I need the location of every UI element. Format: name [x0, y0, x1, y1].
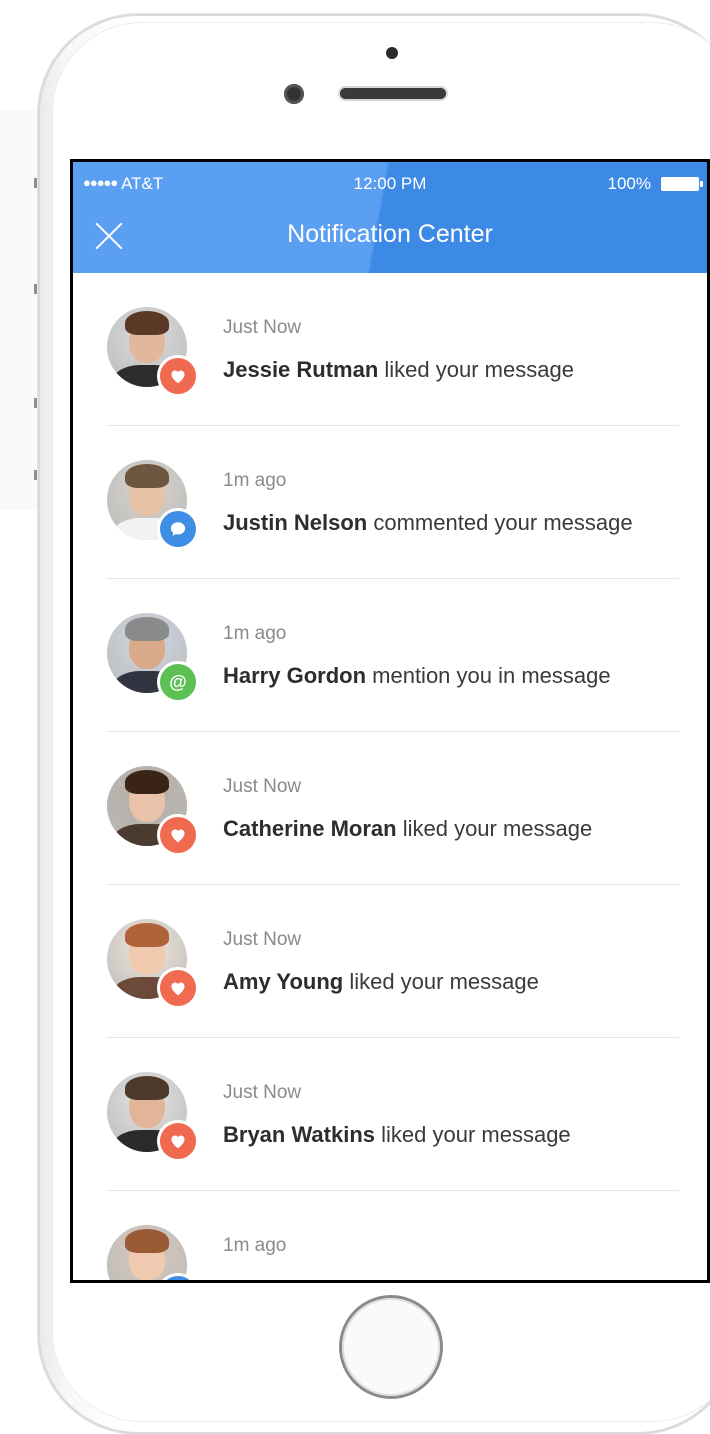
notification-action: commented your message — [367, 510, 633, 535]
notification-time: Just Now — [223, 929, 302, 950]
notification-action: mention you in message — [366, 663, 611, 688]
battery-percent: 100% — [607, 174, 651, 193]
notification-item[interactable]: 1m ago Justin Nelson commented your mess… — [73, 426, 707, 579]
notification-item[interactable]: 1m ago — [73, 1191, 707, 1280]
background-panel — [0, 110, 39, 510]
user-name[interactable]: Catherine Moran — [223, 816, 397, 841]
user-name[interactable]: Harry Gordon — [223, 663, 366, 688]
notification-text: Justin Nelson commented your message — [223, 510, 633, 536]
notification-time: 1m ago — [223, 470, 287, 491]
user-name[interactable]: Amy Young — [223, 969, 343, 994]
user-name[interactable]: Jessie Rutman — [223, 357, 378, 382]
notification-text: Harry Gordon mention you in message — [223, 663, 611, 689]
navigation-bar: ●●●●● AT&T 12:00 PM 100% Notification Ce… — [73, 162, 707, 273]
notification-time: 1m ago — [223, 1235, 287, 1256]
heart-icon — [157, 967, 199, 1009]
notification-text: Amy Young liked your message — [223, 969, 539, 995]
notification-action: liked your message — [375, 1122, 571, 1147]
notification-item[interactable]: Just Now Jessie Rutman liked your messag… — [73, 273, 707, 426]
home-button[interactable] — [342, 1298, 440, 1396]
notification-action: liked your message — [378, 357, 574, 382]
heart-icon — [157, 814, 199, 856]
heart-icon — [157, 355, 199, 397]
notification-item[interactable]: @ 1m ago Harry Gordon mention you in mes… — [73, 579, 707, 732]
battery-icon — [661, 177, 703, 191]
front-camera — [284, 84, 304, 104]
heart-icon — [157, 1120, 199, 1162]
notification-item[interactable]: Just Now Bryan Watkins liked your messag… — [73, 1038, 707, 1191]
earpiece-speaker — [340, 88, 446, 99]
notification-item[interactable]: Just Now Amy Young liked your message — [73, 885, 707, 1038]
notification-action: liked your message — [396, 816, 593, 841]
notification-time: Just Now — [223, 776, 302, 797]
proximity-sensor — [386, 47, 398, 59]
notification-time: Just Now — [223, 317, 302, 338]
notification-time: Just Now — [223, 1082, 302, 1103]
notification-list: Just Now Jessie Rutman liked your messag… — [73, 273, 707, 1280]
phone-screen: ●●●●● AT&T 12:00 PM 100% Notification Ce… — [70, 159, 710, 1283]
notification-time: 1m ago — [223, 623, 287, 644]
notification-action: liked your message — [343, 969, 539, 994]
user-name[interactable]: Justin Nelson — [223, 510, 367, 535]
status-bar: ●●●●● AT&T 12:00 PM 100% — [73, 172, 707, 198]
notification-text: Catherine Moran liked your message — [223, 816, 592, 842]
at-icon: @ — [157, 661, 199, 703]
notification-text: Bryan Watkins liked your message — [223, 1122, 571, 1148]
comment-icon — [157, 508, 199, 550]
user-name[interactable]: Bryan Watkins — [223, 1122, 375, 1147]
notification-item[interactable]: Just Now Catherine Moran liked your mess… — [73, 732, 707, 885]
page-title: Notification Center — [287, 220, 493, 248]
notification-text: Jessie Rutman liked your message — [223, 357, 574, 383]
